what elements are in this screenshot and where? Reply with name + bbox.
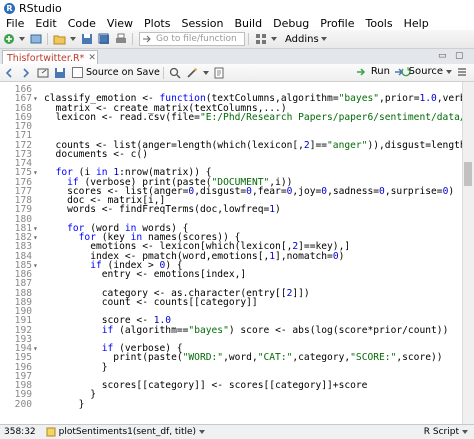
- file-type-selector[interactable]: R Script: [424, 427, 468, 437]
- forward-arrow-icon[interactable]: [19, 67, 32, 79]
- outline-menu-icon[interactable]: [455, 66, 468, 78]
- toolbar-divider: [132, 33, 133, 45]
- code-tools-wand-icon[interactable]: [186, 67, 199, 79]
- search-icon[interactable]: [169, 67, 182, 79]
- source-on-save-label: Source on Save: [86, 67, 160, 78]
- new-file-icon[interactable]: [2, 33, 15, 45]
- source-arrow-icon: [394, 67, 403, 76]
- menu-session[interactable]: Session: [175, 17, 228, 30]
- code-line: 200 }: [0, 399, 474, 410]
- maximize-pane-icon[interactable]: ▢: [455, 51, 464, 61]
- main-toolbar: Go to file/function Addins: [0, 30, 474, 49]
- toolbar-divider: [162, 66, 164, 79]
- function-icon: [46, 427, 56, 437]
- scrollbar-thumb[interactable]: [464, 162, 472, 186]
- menu-build[interactable]: Build: [228, 17, 267, 30]
- menu-code[interactable]: Code: [62, 17, 101, 30]
- save-icon[interactable]: [80, 33, 93, 45]
- cursor-position: 358:32: [4, 427, 36, 437]
- run-arrow-icon: [356, 67, 365, 76]
- tab-thisfortwitter[interactable]: Thisfortwitter.R* ✕: [2, 50, 98, 65]
- source-label: Source: [408, 66, 443, 77]
- run-button[interactable]: Run: [356, 66, 390, 77]
- chevron-down-icon[interactable]: [19, 33, 25, 45]
- toolbar-divider: [248, 33, 249, 45]
- addins-label: Addins: [285, 33, 319, 45]
- chevron-down-icon: [199, 430, 206, 434]
- goto-arrow-icon: [143, 35, 151, 43]
- show-in-window-icon[interactable]: [36, 67, 49, 79]
- code-text: }: [44, 398, 85, 410]
- chevron-down-icon[interactable]: [70, 33, 76, 45]
- source-on-save-checkbox[interactable]: [72, 67, 83, 78]
- chevron-down-icon: [462, 430, 468, 434]
- close-icon[interactable]: ✕: [88, 53, 96, 63]
- goto-file-function-input[interactable]: Go to file/function: [139, 32, 245, 46]
- function-navigator[interactable]: plotSentiments1(sent_df, title): [46, 427, 206, 437]
- menu-file[interactable]: File: [0, 17, 29, 30]
- addins-button[interactable]: Addins: [285, 34, 327, 45]
- source-button[interactable]: Source: [394, 66, 452, 77]
- print-icon[interactable]: [114, 33, 127, 45]
- function-label: plotSentiments1(sent_df, title): [58, 427, 197, 437]
- chevron-down-icon[interactable]: [202, 67, 209, 79]
- menu-bar: File Edit Code View Plots Session Build Debug Pr…: [0, 16, 474, 30]
- new-project-icon[interactable]: [29, 33, 42, 45]
- rstudio-logo-icon: R: [4, 2, 15, 14]
- menu-debug[interactable]: Debug: [267, 17, 314, 30]
- file-type-label: R Script: [423, 427, 459, 437]
- menu-view[interactable]: View: [101, 17, 138, 30]
- window-title: RStudio: [19, 1, 62, 15]
- chevron-down-icon: [320, 37, 327, 41]
- menu-tools[interactable]: Tools: [359, 17, 397, 30]
- open-folder-icon[interactable]: [53, 33, 66, 45]
- status-bar: 358:32 plotSentiments1(sent_df, title) R…: [0, 424, 474, 439]
- code-editor[interactable]: 166 167 ▾ classify_emotion <- function(text…: [0, 82, 474, 424]
- title-bar: R RStudio: [0, 0, 474, 16]
- chevron-down-icon: [446, 69, 452, 74]
- toolbar-divider: [47, 33, 48, 45]
- vertical-scrollbar[interactable]: [462, 82, 474, 424]
- back-arrow-icon[interactable]: [2, 67, 15, 79]
- editor-tab-bar: Thisfortwitter.R* ✕ ▭ ▢: [0, 49, 474, 65]
- compile-report-icon[interactable]: [213, 67, 226, 79]
- menu-profile[interactable]: Profile: [314, 17, 359, 30]
- menu-plots[interactable]: Plots: [138, 17, 175, 30]
- line-number: 200: [14, 398, 32, 410]
- grid-layout-icon[interactable]: [254, 33, 267, 45]
- menu-help[interactable]: Help: [398, 17, 434, 30]
- menu-edit[interactable]: Edit: [29, 17, 61, 30]
- save-icon[interactable]: [53, 67, 66, 79]
- tab-label: Thisfortwitter.R*: [7, 52, 85, 64]
- editor-toolbar: Source on Save Run Source: [0, 64, 474, 82]
- chevron-down-icon[interactable]: [271, 33, 277, 45]
- minimize-pane-icon[interactable]: ▭: [438, 51, 447, 61]
- goto-placeholder: Go to file/function: [156, 34, 237, 44]
- save-all-icon[interactable]: [97, 33, 110, 45]
- run-label: Run: [370, 66, 390, 77]
